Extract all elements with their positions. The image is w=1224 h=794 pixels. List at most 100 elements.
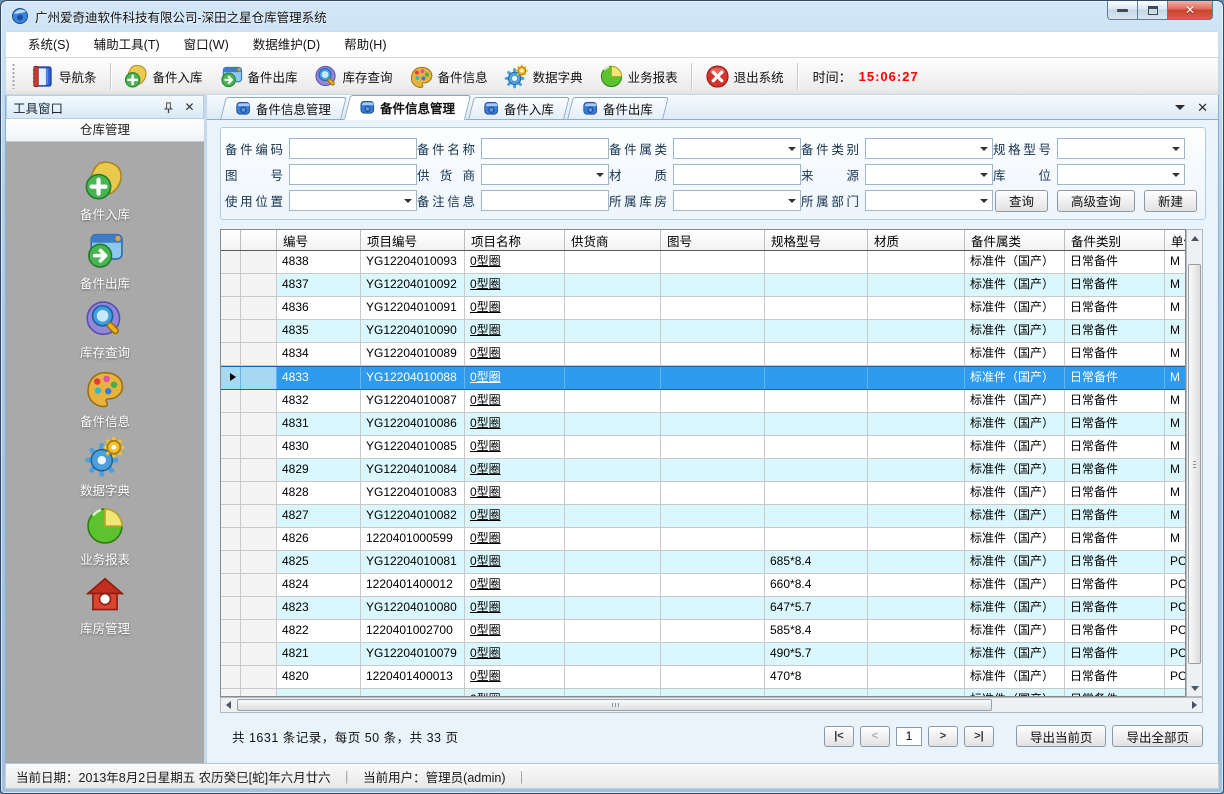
table-row[interactable]: 4828YG122040100830型圈标准件（国产）日常备件M [221,482,1185,505]
toolbar-button-parts-outbound[interactable]: 备件出库 [211,61,306,92]
column-header[interactable]: 项目名称 [465,230,565,250]
tab-parts-info-mgmt-1[interactable]: 备件信息管理 [220,97,347,119]
tab-parts-inbound[interactable]: 备件入库 [468,97,570,119]
table-row[interactable]: 4827YG122040100820型圈标准件（国产）日常备件M [221,505,1185,528]
drawing-no-input[interactable] [289,164,417,185]
page-number-input[interactable] [896,727,922,746]
scroll-right-icon[interactable] [1187,698,1202,712]
table-row[interactable]: 4836YG122040100910型圈标准件（国产）日常备件M [221,297,1185,320]
toolbar-button-exit-system[interactable]: 退出系统 [697,61,792,92]
column-header[interactable]: 材质 [868,230,965,250]
last-page-button[interactable]: >| [964,726,994,747]
table-row[interactable]: 4832YG122040100870型圈标准件（国产）日常备件M [221,390,1185,413]
table-row[interactable]: 4821YG122040100790型圈490*5.7标准件（国产）日常备件PC [221,643,1185,666]
parts-class-select[interactable] [865,138,993,159]
column-header[interactable]: 备件属类 [965,230,1065,250]
warehouse-select[interactable] [673,190,801,211]
export-current-page-button[interactable]: 导出当前页 [1016,725,1107,747]
column-header[interactable]: 备件类别 [1065,230,1165,250]
table-row[interactable]: 482612204010005990型圈标准件（国产）日常备件M [221,528,1185,551]
sidebar-item-data-dictionary[interactable]: 数据字典 [6,436,204,505]
sidebar-item-stock-query[interactable]: 库存查询 [6,298,204,367]
material-input[interactable] [673,164,801,185]
sidebar-item-warehouse-management[interactable]: 库房管理 [6,574,204,643]
column-header[interactable] [221,230,241,250]
first-page-button[interactable]: |< [824,726,854,747]
horizontal-scrollbar[interactable] [220,697,1203,713]
toolbar-button-stock-query[interactable]: 库存查询 [306,61,401,92]
table-row[interactable]: 4830YG122040100850型圈标准件（国产）日常备件M [221,436,1185,459]
column-header[interactable] [241,230,277,250]
sidebar-item-parts-outbound[interactable]: 备件出库 [6,229,204,298]
parts-category-select[interactable] [673,138,801,159]
usage-position-select[interactable] [289,190,417,211]
maximize-button[interactable] [1137,1,1167,20]
table-row[interactable]: 4834YG122040100890型圈标准件（国产）日常备件M [221,343,1185,366]
row-indicator-cell [221,551,241,573]
table-row[interactable]: 4825YG122040100810型圈685*8.4标准件（国产）日常备件PC [221,551,1185,574]
table-row[interactable]: 0型圈标准件（国产）日常备件 [221,689,1185,697]
department-select[interactable] [865,190,993,211]
table-row[interactable]: 4837YG122040100920型圈标准件（国产）日常备件M [221,274,1185,297]
toolbar-button-business-report[interactable]: 业务报表 [591,61,686,92]
table-row[interactable]: 4838YG122040100930型圈标准件（国产）日常备件M [221,251,1185,274]
sidebar-item-parts-inbound[interactable]: 备件入库 [6,160,204,229]
tab-parts-info-mgmt-2[interactable]: 备件信息管理 [344,95,471,120]
remark-input[interactable] [481,190,609,211]
parts-code-input[interactable] [289,138,417,159]
cell: 1220401400012 [361,574,465,596]
column-header[interactable]: 供货商 [565,230,661,250]
menu-item-aux-tools[interactable]: 辅助工具(T) [82,33,172,57]
column-header[interactable]: 编号 [277,230,361,250]
new-button[interactable]: 新建 [1144,190,1197,212]
table-row[interactable]: 4829YG122040100840型圈标准件（国产）日常备件M [221,459,1185,482]
tab-close-icon[interactable]: ✕ [1197,101,1208,114]
tab-parts-outbound[interactable]: 备件出库 [567,97,669,119]
table-row[interactable]: 4831YG122040100860型圈标准件（国产）日常备件M [221,413,1185,436]
menu-item-data-maintenance[interactable]: 数据维护(D) [241,33,332,57]
toolbar-button-data-dictionary[interactable]: 数据字典 [496,61,591,92]
toolbar-button-parts-inbound[interactable]: 备件入库 [116,61,211,92]
advanced-query-button[interactable]: 高级查询 [1057,190,1135,212]
toolbar-button-nav-bar[interactable]: 导航条 [22,61,105,92]
scroll-down-icon[interactable] [1188,681,1201,695]
tab-list-dropdown-icon[interactable] [1175,105,1185,115]
toolbar-clock: 时间：15:06:27 [803,67,929,86]
menu-item-help[interactable]: 帮助(H) [332,33,398,57]
spec-model-select[interactable] [1057,138,1185,159]
minimize-button[interactable] [1107,1,1137,20]
table-row[interactable]: 482212204010027000型圈585*8.4标准件（国产）日常备件PC [221,620,1185,643]
horizontal-scroll-track[interactable] [236,698,1187,712]
table-row[interactable]: 4823YG122040100800型圈647*5.7标准件（国产）日常备件PC [221,597,1185,620]
cell [661,505,765,527]
table-row[interactable]: 482012204014000130型圈470*8标准件（国产）日常备件PC [221,666,1185,689]
menu-item-window[interactable]: 窗口(W) [172,33,241,57]
export-all-pages-button[interactable]: 导出全部页 [1112,725,1203,747]
query-button[interactable]: 查询 [995,190,1048,212]
next-page-button[interactable]: > [928,726,958,747]
table-row[interactable]: 482412204014000120型圈660*8.4标准件（国产）日常备件PC [221,574,1185,597]
sidebar-item-business-report[interactable]: 业务报表 [6,505,204,574]
prev-page-button[interactable]: < [860,726,890,747]
storage-location-select[interactable] [1057,164,1185,185]
menu-item-system[interactable]: 系统(S) [16,33,82,57]
vertical-scroll-thumb[interactable] [1188,264,1201,664]
column-header[interactable]: 图号 [661,230,765,250]
horizontal-scroll-thumb[interactable] [237,699,992,711]
table-row[interactable]: 4833YG122040100880型圈标准件（国产）日常备件M [221,366,1185,390]
toolbar-button-parts-info[interactable]: 备件信息 [401,61,496,92]
parts-name-input[interactable] [481,138,609,159]
source-select[interactable] [865,164,993,185]
close-button[interactable]: ✕ [1167,1,1213,20]
sidebar-item-parts-info[interactable]: 备件信息 [6,367,204,436]
tool-window-close-icon[interactable]: ✕ [182,100,197,115]
column-header[interactable]: 项目编号 [361,230,465,250]
table-row[interactable]: 4835YG122040100900型圈标准件（国产）日常备件M [221,320,1185,343]
pin-icon[interactable] [161,100,176,115]
scroll-left-icon[interactable] [221,698,236,712]
column-header[interactable]: 单位 [1165,230,1186,250]
vertical-scrollbar[interactable] [1186,229,1203,697]
supplier-select[interactable] [481,164,609,185]
column-header[interactable]: 规格型号 [765,230,868,250]
scroll-up-icon[interactable] [1188,231,1201,245]
